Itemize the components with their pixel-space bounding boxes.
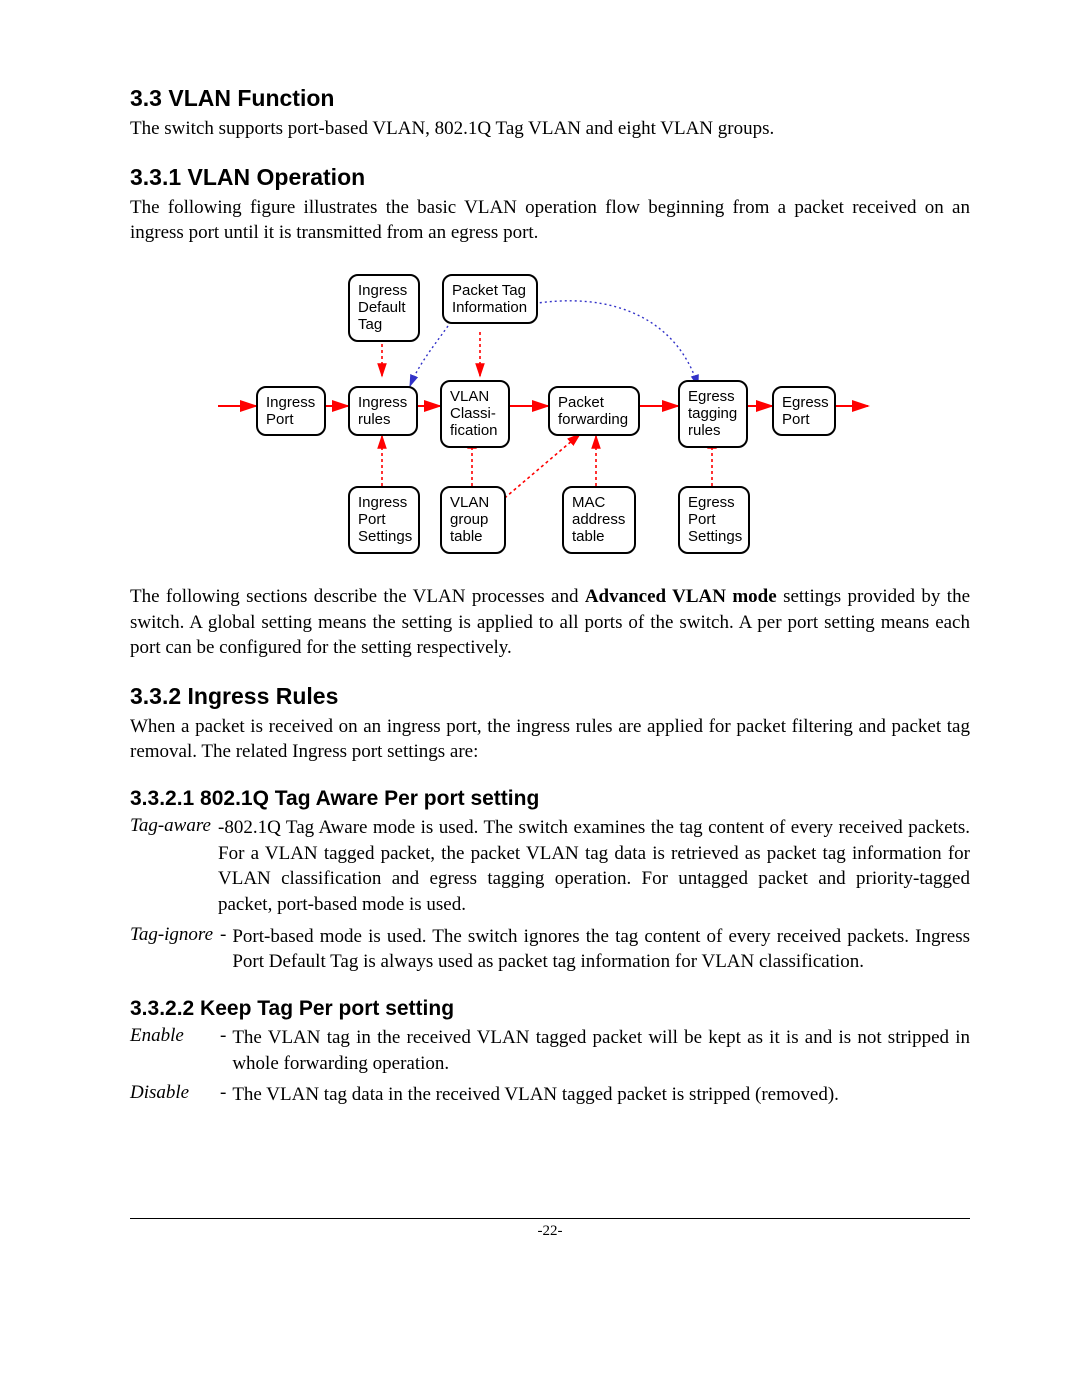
term-tag-ignore: Tag-ignore [130, 924, 218, 975]
box-packet-forwarding: Packetforwarding [548, 386, 640, 437]
term-disable: Disable [130, 1082, 218, 1108]
para-3-3-1b: The following sections describe the VLAN… [130, 584, 970, 661]
def-tag-ignore: Tag-ignore - Port-based mode is used. Th… [130, 924, 970, 975]
box-ingress-port-settings: IngressPortSettings [348, 486, 420, 554]
box-egress-port-settings: EgressPortSettings [678, 486, 750, 554]
box-ingress-rules: Ingressrules [348, 386, 418, 437]
heading-3-3-2-2: 3.3.2.2 Keep Tag Per port setting [130, 997, 970, 1021]
box-egress-port: EgressPort [772, 386, 836, 437]
box-vlan-classification: VLANClassi-fication [440, 380, 510, 448]
box-egress-tagging-rules: Egresstaggingrules [678, 380, 748, 448]
heading-3-3-1: 3.3.1 VLAN Operation [130, 164, 970, 191]
box-packet-tag-info: Packet TagInformation [442, 274, 538, 325]
def-enable: Enable - The VLAN tag in the received VL… [130, 1025, 970, 1076]
para-3-3-1: The following figure illustrates the bas… [130, 195, 970, 246]
box-mac-address-table: MACaddresstable [562, 486, 636, 554]
heading-3-3-2: 3.3.2 Ingress Rules [130, 683, 970, 710]
page-number: -22- [130, 1218, 970, 1240]
body-enable: The VLAN tag in the received VLAN tagged… [232, 1025, 970, 1076]
para-3-3-2: When a packet is received on an ingress … [130, 714, 970, 765]
box-ingress-default-tag: IngressDefaultTag [348, 274, 420, 342]
para-3-3: The switch supports port-based VLAN, 802… [130, 116, 970, 142]
vlan-operation-diagram: IngressDefaultTag Packet TagInformation … [200, 266, 850, 566]
body-tag-aware: -802.1Q Tag Aware mode is used. The swit… [218, 815, 970, 918]
box-vlan-group-table: VLANgrouptable [440, 486, 506, 554]
def-disable: Disable - The VLAN tag data in the recei… [130, 1082, 970, 1108]
body-tag-ignore: Port-based mode is used. The switch igno… [232, 924, 970, 975]
term-enable: Enable [130, 1025, 218, 1076]
heading-3-3-2-1: 3.3.2.1 802.1Q Tag Aware Per port settin… [130, 787, 970, 811]
term-tag-aware: Tag-aware [130, 815, 218, 918]
box-ingress-port: IngressPort [256, 386, 326, 437]
heading-3-3: 3.3 VLAN Function [130, 85, 970, 112]
def-tag-aware: Tag-aware -802.1Q Tag Aware mode is used… [130, 815, 970, 918]
body-disable: The VLAN tag data in the received VLAN t… [232, 1082, 970, 1108]
